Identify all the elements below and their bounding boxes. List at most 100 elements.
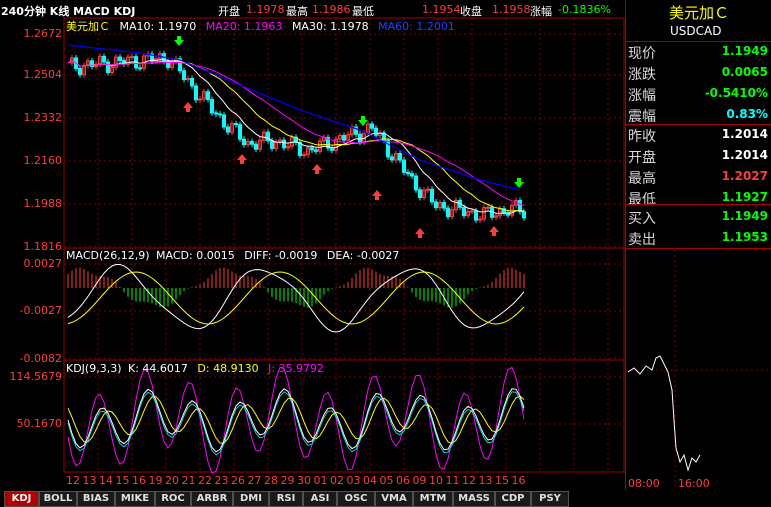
candle-body: [254, 143, 258, 150]
tab-rsi[interactable]: RSI: [269, 491, 303, 507]
tab-bias[interactable]: BIAS: [77, 491, 115, 507]
candle-body: [430, 188, 434, 203]
buy-signal-arrow: [489, 226, 499, 236]
candle-body: [342, 135, 346, 141]
quote-value: 1.1927: [721, 190, 768, 204]
price-tick: 1.2160: [23, 154, 63, 167]
kdj-tick: 114.5679: [9, 370, 63, 383]
buy-signal-arrow: [312, 164, 322, 174]
tab-arbr[interactable]: ARBR: [191, 491, 233, 507]
time-tick: 12: [66, 474, 80, 487]
time-tick: 14: [99, 474, 113, 487]
ma30-line: [67, 59, 525, 207]
kdj-legend: KDJ(9,3,3) K: 44.6017 D: 48.9130 J: 35.9…: [66, 362, 324, 375]
quote-header-bar: 240分钟 K线 MACD KDJ 开盘 1.1978 最高 1.1986 最低…: [0, 0, 624, 18]
tab-dmi[interactable]: DMI: [233, 491, 269, 507]
candle-body: [410, 173, 414, 177]
tab-mtm[interactable]: MTM: [413, 491, 453, 507]
quote-row: 涨幅 -0.5410%: [626, 84, 770, 104]
instrument-name-label: 美元加Ｃ: [66, 20, 110, 33]
sell-signal-arrow: [174, 36, 184, 46]
quote-row: 买入 1.1949: [626, 207, 770, 227]
candle-body: [330, 147, 334, 151]
macd-tick: -0.0082: [19, 352, 62, 365]
tab-cdp[interactable]: CDP: [495, 491, 531, 507]
quote-instrument-name: 美元加Ｃ: [668, 4, 729, 22]
tab-mike[interactable]: MIKE: [115, 491, 155, 507]
quote-label: 昨收: [628, 129, 656, 145]
time-tick: 28: [264, 474, 278, 487]
tab-kdj[interactable]: KDJ: [4, 491, 39, 507]
quote-value: 1.1953: [721, 230, 768, 244]
candle-body: [78, 67, 82, 76]
quote-row: 开盘 1.2014: [626, 146, 770, 166]
ma30-label: MA30: 1.1978: [291, 20, 369, 33]
candle-body: [234, 123, 238, 126]
k-value: K: 44.6017: [128, 362, 188, 375]
candle-body: [238, 124, 242, 140]
chart-title: 240分钟 K线 MACD KDJ: [1, 5, 136, 18]
tab-boll[interactable]: BOLL: [39, 491, 77, 507]
tab-asi[interactable]: ASI: [303, 491, 337, 507]
candle-body: [374, 127, 378, 136]
candle-body: [302, 154, 306, 157]
indicator-tabs: KDJ BOLL BIAS MIKE ROC ARBR DMI RSI ASI OSC VMA MTM…: [0, 490, 771, 507]
candle-body: [406, 171, 410, 175]
quote-label: 买入: [628, 211, 656, 227]
ma60-label: MA60: 1.2001: [378, 20, 455, 33]
candle-body: [106, 61, 110, 74]
candle-body: [242, 138, 246, 146]
candle-body: [418, 189, 422, 199]
quote-label: 最低: [628, 192, 656, 208]
chg-value: -0.1836%: [558, 3, 611, 16]
candle-body: [442, 202, 446, 209]
high-value: 1.1986: [312, 3, 351, 16]
time-tick: 02: [330, 474, 344, 487]
dea-value: DEA: -0.0027: [326, 249, 400, 262]
time-tick: 05: [379, 474, 394, 487]
time-tick: 23: [214, 474, 229, 487]
ma10-label: MA10: 1.1970: [119, 20, 197, 33]
candle-body: [182, 70, 186, 81]
tab-vma[interactable]: VMA: [375, 491, 413, 507]
quote-value: 1.1949: [721, 44, 768, 58]
time-tick: 19: [148, 474, 163, 487]
candle-body: [118, 56, 122, 61]
quote-label: 涨跌: [628, 67, 656, 83]
time-tick: 10: [429, 474, 443, 487]
candle-body: [218, 113, 222, 116]
open-value: 1.1978: [246, 3, 285, 16]
close-label: 收盘: [460, 5, 482, 18]
candle-body: [398, 153, 402, 161]
candle-body: [130, 56, 134, 59]
macd-name: MACD(26,12,9): [66, 249, 150, 262]
time-tick: 13: [82, 474, 97, 487]
candle-body: [206, 91, 210, 101]
quote-label: 最高: [628, 171, 656, 187]
quote-value: -0.5410%: [704, 86, 768, 100]
candle-body: [358, 133, 362, 143]
quote-row: 昨收 1.2014: [626, 125, 770, 145]
quote-value: 1.2014: [721, 127, 768, 141]
buy-signal-arrow: [237, 154, 247, 164]
d-value: D: 48.9130: [197, 362, 259, 375]
tab-mass[interactable]: MASS: [453, 491, 495, 507]
candle-body: [138, 67, 142, 70]
high-label: 最高: [286, 5, 308, 18]
time-tick: 01: [313, 474, 328, 487]
close-value: 1.1958: [492, 3, 531, 16]
candle-body: [426, 188, 430, 191]
price-tick: 1.2672: [23, 27, 63, 40]
tab-psy[interactable]: PSY: [531, 491, 569, 507]
tab-osc[interactable]: OSC: [337, 491, 375, 507]
quote-row: 现价 1.1949: [626, 42, 770, 62]
time-tick: 20: [165, 474, 179, 487]
time-tick: 16: [132, 474, 146, 487]
buy-signal-arrow: [183, 102, 193, 112]
quote-value: 0.83%: [726, 107, 768, 121]
buy-signal-arrow: [415, 228, 425, 238]
tab-roc[interactable]: ROC: [155, 491, 191, 507]
candle-body: [402, 159, 406, 173]
quote-label: 开盘: [628, 150, 656, 166]
time-tick: 27: [247, 474, 262, 487]
